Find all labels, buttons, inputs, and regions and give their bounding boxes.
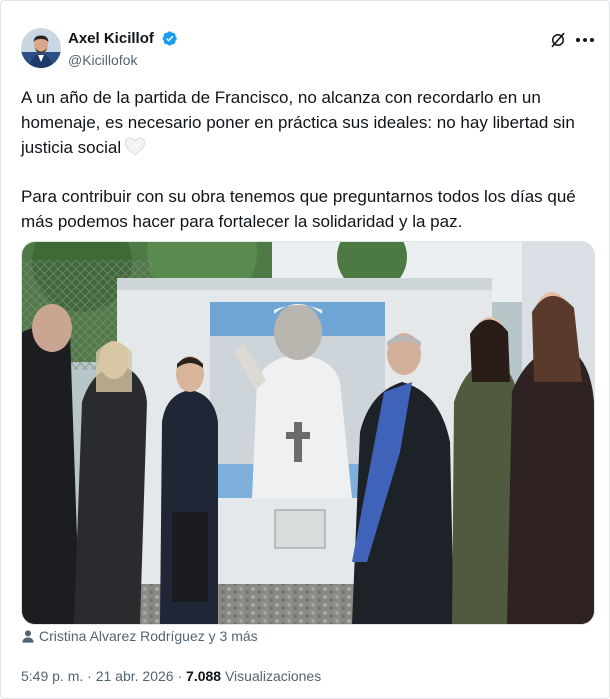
- tweet-text: A un año de la partida de Francisco, no …: [21, 85, 596, 234]
- meta-separator: ·: [177, 668, 183, 684]
- tweet-meta: 5:49 p. m. · 21 abr. 2026 · 7.088 Visual…: [21, 668, 321, 684]
- grok-icon[interactable]: [549, 31, 567, 49]
- tweet-paragraph-2: Para contribuir con su obra tenemos que …: [21, 187, 576, 231]
- meta-separator: ·: [87, 668, 92, 684]
- author-name[interactable]: Axel Kicillof: [68, 30, 154, 47]
- tweet-card: Axel Kicillof @Kicillofok A un año de la…: [0, 0, 610, 699]
- tweet-time[interactable]: 5:49 p. m.: [21, 668, 83, 684]
- views-label: Visualizaciones: [224, 668, 322, 684]
- tweet-paragraph-1: A un año de la partida de Francisco, no …: [21, 85, 596, 160]
- tweet-photo[interactable]: [21, 241, 595, 625]
- author-avatar[interactable]: [21, 28, 61, 68]
- views-count: 7.088: [186, 668, 222, 684]
- tagged-people-text: Cristina Alvarez Rodríguez y 3 más: [39, 628, 258, 644]
- person-icon: [22, 630, 34, 643]
- more-icon[interactable]: [575, 37, 595, 43]
- tagged-people[interactable]: Cristina Alvarez Rodríguez y 3 más: [21, 628, 258, 644]
- tweet-paragraph-1-text: A un año de la partida de Francisco, no …: [21, 88, 575, 157]
- author-handle[interactable]: @Kicillofok: [68, 52, 137, 68]
- tweet-date[interactable]: 21 abr. 2026: [96, 668, 174, 684]
- white-heart-emoji-icon: [125, 137, 146, 156]
- verified-badge-icon: [162, 31, 177, 46]
